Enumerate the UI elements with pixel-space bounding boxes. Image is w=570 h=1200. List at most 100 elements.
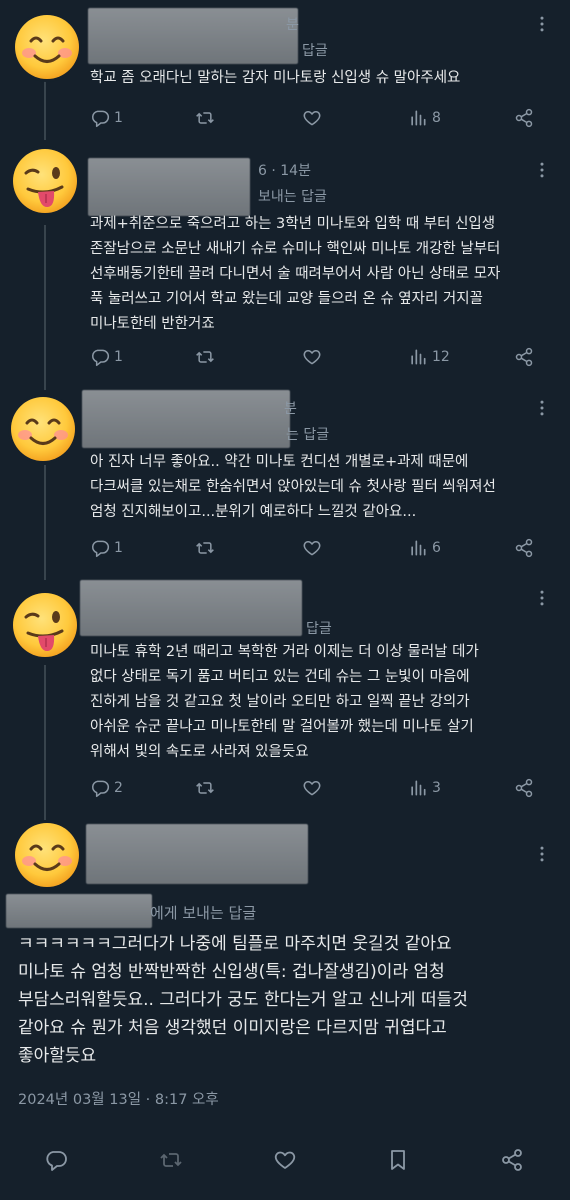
reply-icon bbox=[90, 778, 110, 798]
reply-button[interactable]: 2 bbox=[90, 776, 123, 800]
reply-post[interactable]: 답글 미나토 휴학 2년 때리고 복학한 거라 이제는 더 이상 물러날 데가 … bbox=[0, 580, 570, 820]
share-icon bbox=[500, 1148, 524, 1172]
post-time: 분 bbox=[286, 17, 299, 33]
bookmark-icon bbox=[386, 1148, 410, 1172]
like-button[interactable] bbox=[302, 536, 322, 560]
share-icon bbox=[514, 538, 534, 558]
retweet-button[interactable] bbox=[195, 536, 215, 560]
post-text: 과제+취준으로 죽으려고 하는 3학년 미나토와 입학 때 부터 신입생 존잘남… bbox=[90, 216, 501, 332]
reply-post[interactable]: 6 · 14분 보내는 답글 과제+취준으로 죽으려고 하는 3학년 미나토와 … bbox=[0, 140, 570, 390]
share-button[interactable] bbox=[514, 345, 534, 369]
heart-icon bbox=[302, 778, 322, 798]
avatar[interactable] bbox=[12, 820, 82, 890]
views-button[interactable]: 6 bbox=[408, 536, 441, 560]
reply-button[interactable]: 1 bbox=[90, 536, 123, 560]
heart-icon bbox=[302, 108, 322, 128]
more-icon[interactable] bbox=[532, 398, 552, 418]
winking-tongue-face-icon bbox=[10, 590, 80, 660]
retweet-icon bbox=[195, 538, 215, 558]
views-count: 8 bbox=[432, 110, 441, 126]
share-icon bbox=[514, 108, 534, 128]
retweet-button[interactable] bbox=[195, 776, 215, 800]
views-count: 12 bbox=[432, 349, 450, 365]
heart-icon bbox=[273, 1148, 297, 1172]
action-bar: 2 3 bbox=[90, 776, 550, 800]
retweet-icon bbox=[195, 778, 215, 798]
views-button[interactable]: 8 bbox=[408, 106, 441, 130]
share-button[interactable] bbox=[514, 776, 534, 800]
redacted-username bbox=[88, 158, 250, 216]
reply-count: 2 bbox=[114, 780, 123, 796]
avatar[interactable] bbox=[8, 394, 78, 464]
views-count: 3 bbox=[432, 780, 441, 796]
retweet-button[interactable] bbox=[159, 1148, 183, 1172]
retweet-icon bbox=[195, 108, 215, 128]
share-button[interactable] bbox=[514, 106, 534, 130]
reply-to-label[interactable]: 답글 bbox=[302, 40, 328, 60]
post-time: 분 bbox=[284, 401, 297, 417]
post-time: 6 · 14분 bbox=[258, 163, 311, 179]
reply-button[interactable]: 1 bbox=[90, 345, 123, 369]
views-count: 6 bbox=[432, 540, 441, 556]
reply-icon bbox=[90, 538, 110, 558]
post-text: 아 진자 너무 좋아요.. 약간 미나토 컨디션 개별로+과제 때문에 다크써클… bbox=[90, 454, 496, 520]
heart-icon bbox=[302, 347, 322, 367]
reply-icon bbox=[90, 108, 110, 128]
like-button[interactable] bbox=[302, 345, 322, 369]
reply-to-label[interactable]: 보내는 답글 bbox=[258, 186, 327, 206]
avatar[interactable] bbox=[10, 590, 80, 660]
share-button[interactable] bbox=[500, 1148, 524, 1172]
winking-tongue-face-icon bbox=[10, 146, 80, 216]
more-icon[interactable] bbox=[532, 844, 552, 864]
post-timestamp[interactable]: 2024년 03월 13일 · 8:17 오후 bbox=[18, 1088, 219, 1109]
reply-to-label[interactable]: 는 답글 bbox=[286, 424, 329, 444]
views-icon bbox=[408, 538, 428, 558]
more-icon[interactable] bbox=[532, 588, 552, 608]
redacted-username bbox=[88, 8, 298, 64]
smiling-face-icon bbox=[12, 820, 82, 890]
retweet-icon bbox=[159, 1148, 183, 1172]
reply-count: 1 bbox=[114, 540, 123, 556]
heart-icon bbox=[302, 538, 322, 558]
share-icon bbox=[514, 778, 534, 798]
smiling-face-icon bbox=[8, 394, 78, 464]
post-text: 학교 좀 오래다닌 말하는 감자 미나토랑 신입생 슈 말아주세요 bbox=[90, 70, 461, 86]
retweet-button[interactable] bbox=[195, 106, 215, 130]
reply-button[interactable]: 1 bbox=[90, 106, 123, 130]
avatar[interactable] bbox=[10, 146, 80, 216]
more-icon[interactable] bbox=[532, 14, 552, 34]
reply-icon bbox=[44, 1148, 68, 1172]
like-button[interactable] bbox=[302, 776, 322, 800]
reply-button[interactable] bbox=[44, 1148, 68, 1172]
smiling-face-icon bbox=[12, 12, 82, 82]
reply-count: 1 bbox=[114, 110, 123, 126]
reply-to-label[interactable]: 답글 bbox=[306, 618, 332, 638]
retweet-icon bbox=[195, 347, 215, 367]
reply-to-label[interactable]: 에게 보내는 답글 bbox=[150, 902, 256, 923]
share-button[interactable] bbox=[514, 536, 534, 560]
like-button[interactable] bbox=[302, 106, 322, 130]
like-button[interactable] bbox=[273, 1148, 297, 1172]
retweet-button[interactable] bbox=[195, 345, 215, 369]
post-text: 미나토 휴학 2년 때리고 복학한 거라 이제는 더 이상 물러날 데가 없다 … bbox=[90, 644, 479, 760]
action-bar: 1 6 bbox=[90, 536, 550, 560]
views-icon bbox=[408, 347, 428, 367]
reply-post[interactable]: 분 답글 학교 좀 오래다닌 말하는 감자 미나토랑 신입생 슈 말아주세요 1… bbox=[0, 0, 570, 140]
more-icon[interactable] bbox=[532, 160, 552, 180]
views-button[interactable]: 3 bbox=[408, 776, 441, 800]
avatar[interactable] bbox=[12, 12, 82, 82]
views-icon bbox=[408, 108, 428, 128]
redacted-username bbox=[86, 824, 308, 884]
action-bar: 1 8 bbox=[90, 106, 550, 130]
action-bar: 1 12 bbox=[90, 345, 550, 369]
reply-post[interactable]: 분 는 답글 아 진자 너무 좋아요.. 약간 미나토 컨디션 개별로+과제 때… bbox=[0, 390, 570, 580]
redacted-reply-target bbox=[6, 894, 152, 928]
redacted-username bbox=[82, 390, 290, 448]
share-icon bbox=[514, 347, 534, 367]
views-icon bbox=[408, 778, 428, 798]
views-button[interactable]: 12 bbox=[408, 345, 450, 369]
main-post-text: ㅋㅋㅋㅋㅋㅋ그러다가 나중에 팀플로 마주치면 웃길것 같아요 미나토 슈 엄청… bbox=[18, 934, 468, 1066]
reply-icon bbox=[90, 347, 110, 367]
reply-count: 1 bbox=[114, 349, 123, 365]
bookmark-button[interactable] bbox=[386, 1148, 410, 1172]
